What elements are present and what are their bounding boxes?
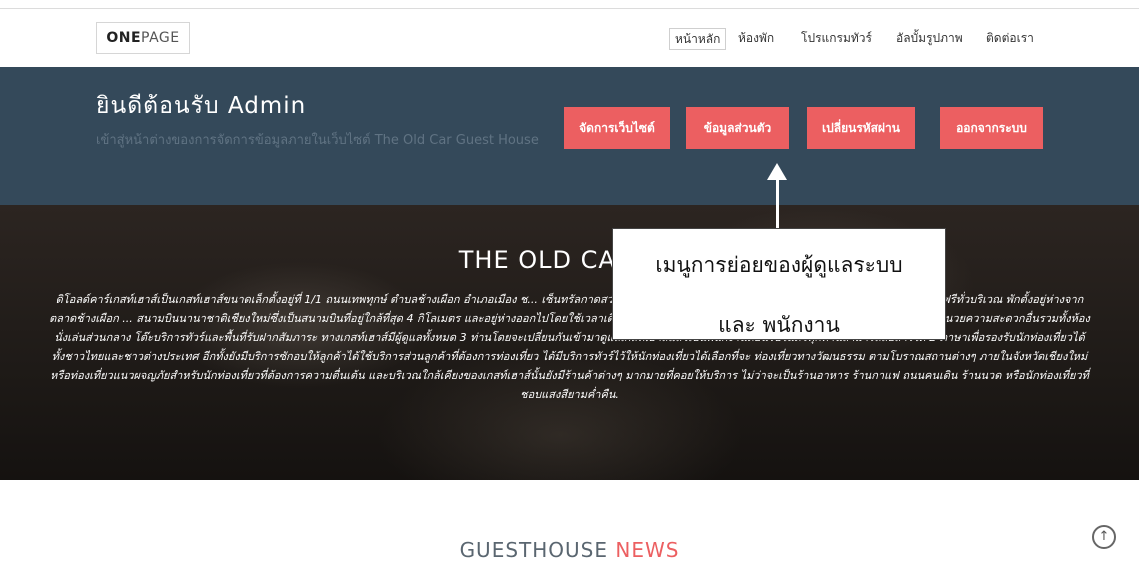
brand-logo[interactable]: ONEPAGE (96, 22, 190, 54)
personal-info-button[interactable]: ข้อมูลส่วนตัว (686, 107, 789, 149)
hero-title: THE OLD CAR GU (458, 246, 680, 274)
logout-button[interactable]: ออกจากระบบ (940, 107, 1043, 149)
nav-photo-album[interactable]: อัลบั้มรูปภาพ (896, 28, 963, 50)
nav-rooms[interactable]: ห้องพัก (738, 28, 774, 50)
nav-home[interactable]: หน้าหลัก (669, 28, 727, 50)
callout-line-2: และ พนักงาน (718, 313, 840, 337)
annotation-arrow-shaft (776, 178, 779, 230)
nav-tour-programs[interactable]: โปรแกรมทัวร์ (801, 28, 872, 50)
news-section-title: GUESTHOUSE NEWS (459, 538, 680, 562)
arrow-up-circle-icon: ↑ (1098, 529, 1110, 544)
annotation-arrow-icon (767, 163, 787, 180)
welcome-heading: ยินดีต้อนรับ Admin (96, 93, 307, 119)
manage-website-button[interactable]: จัดการเว็บไซต์ (564, 107, 670, 149)
callout-line-1: เมนูการย่อยของผู้ดูแลระบบ (655, 253, 903, 277)
scroll-top-button[interactable]: ↑ (1092, 525, 1116, 549)
admin-subtitle: เข้าสู่หน้าต่างของการจัดการข้อมูลภายในเว… (96, 133, 539, 148)
annotation-callout: เมนูการย่อยของผู้ดูแลระบบ และ พนักงาน (612, 228, 946, 340)
change-password-button[interactable]: เปลี่ยนรหัสผ่าน (807, 107, 915, 149)
nav-contact[interactable]: ติดต่อเรา (986, 28, 1034, 50)
